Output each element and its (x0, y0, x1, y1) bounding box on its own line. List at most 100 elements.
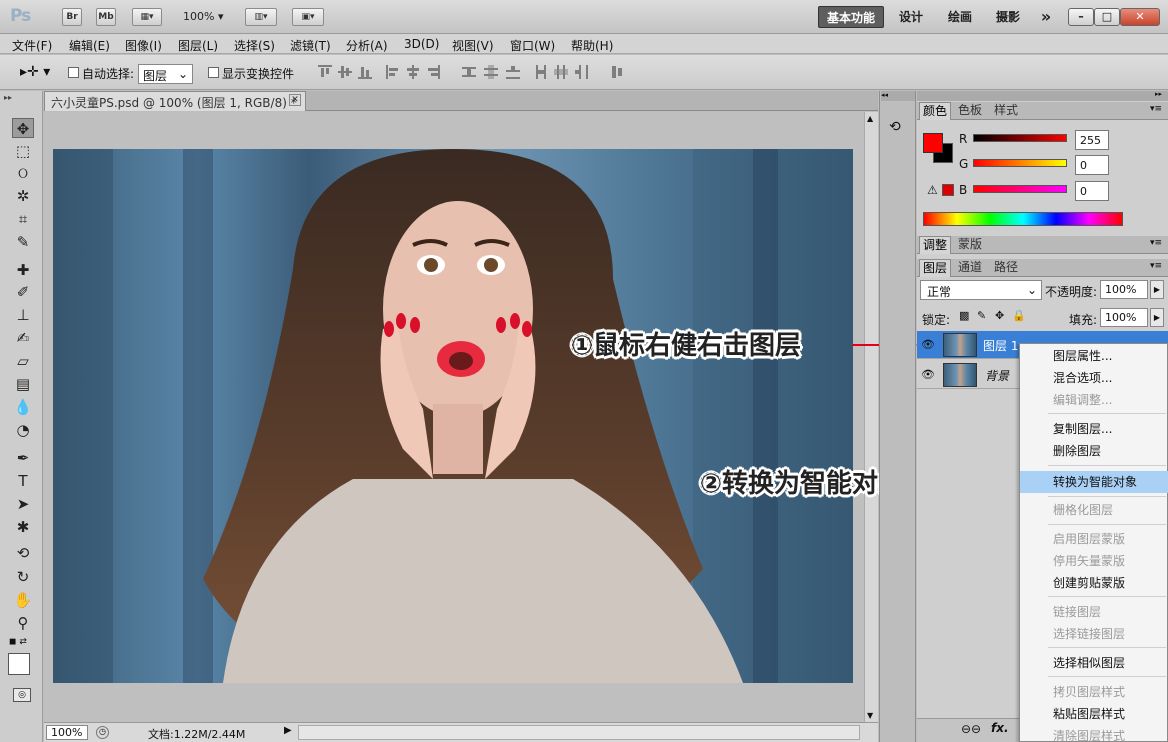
image-canvas[interactable] (53, 149, 853, 683)
move-tool-preset-icon[interactable]: ▸✛ ▾ (20, 64, 50, 80)
panel-menu-icon[interactable]: ▾≡ (1150, 238, 1162, 248)
brush-tool-icon[interactable]: ✐ (12, 282, 34, 302)
lock-position-icon[interactable]: ✥ (995, 309, 1004, 322)
lock-transparent-icon[interactable]: ▩ (959, 309, 969, 322)
workspace-painting[interactable]: 绘画 (942, 6, 978, 28)
marquee-tool-icon[interactable]: ⬚ (12, 141, 34, 161)
menu-analysis[interactable]: 分析(A) (346, 37, 388, 54)
arrange-documents-icon[interactable]: ▥▾ (245, 8, 277, 26)
workspace-design[interactable]: 设计 (893, 6, 929, 28)
tab-color[interactable]: 颜色 (919, 102, 952, 120)
green-slider-track[interactable] (973, 159, 1067, 167)
menu-file[interactable]: 文件(F) (12, 37, 52, 54)
tab-channels[interactable]: 通道 (955, 259, 985, 277)
launch-bridge-button[interactable]: Br (62, 8, 82, 26)
close-document-icon[interactable]: ✕ (289, 94, 301, 106)
lock-all-icon[interactable]: 🔒 (1012, 309, 1026, 322)
shape-tool-icon[interactable]: ✱ (12, 517, 34, 537)
lasso-tool-icon[interactable]: ଠ (12, 163, 34, 183)
zoom-level-dropdown[interactable]: 100% ▾ (183, 10, 223, 23)
slider-green[interactable]: G 0 (957, 155, 1157, 177)
auto-align-layers-icon[interactable] (610, 65, 624, 79)
vertical-scrollbar[interactable]: ▲ ▼ (864, 112, 878, 722)
green-value-field[interactable]: 0 (1075, 155, 1109, 175)
status-info-icon[interactable]: ◷ (96, 726, 109, 739)
workspace-essentials[interactable]: 基本功能 (818, 6, 884, 28)
restore-button[interactable]: □ (1094, 8, 1120, 26)
panel-menu-icon[interactable]: ▾≡ (1150, 261, 1162, 271)
distribute-vcenter-icon[interactable] (484, 65, 498, 79)
tab-masks[interactable]: 蒙版 (955, 236, 985, 254)
visibility-eye-icon[interactable]: 👁 (921, 368, 935, 381)
gamut-warning-icon[interactable]: ⚠ (927, 183, 938, 197)
slider-red[interactable]: R 255 (957, 130, 1157, 152)
foreground-color-chip[interactable] (923, 133, 943, 153)
foreground-color-swatch[interactable] (8, 653, 30, 675)
distribute-bottom-icon[interactable] (506, 65, 520, 79)
menu-filter[interactable]: 滤镜(T) (290, 37, 331, 54)
layer-style-fx-icon[interactable]: fx. (991, 721, 1009, 735)
tab-layers[interactable]: 图层 (919, 259, 952, 277)
color-spectrum-ramp[interactable] (923, 212, 1123, 226)
blue-slider-track[interactable] (973, 185, 1067, 193)
quick-mask-icon[interactable]: ◎ (13, 688, 31, 702)
type-tool-icon[interactable]: T (12, 471, 34, 491)
eyedropper-tool-icon[interactable]: ✎ (12, 232, 34, 252)
distribute-hcenter-icon[interactable] (554, 65, 568, 79)
status-zoom-field[interactable]: 100% (46, 725, 88, 740)
hand-tool-icon[interactable]: ✋ (12, 590, 34, 610)
blue-value-field[interactable]: 0 (1075, 181, 1109, 201)
collapse-dock-icon[interactable]: ▸▸ (1155, 90, 1162, 98)
menu-window[interactable]: 窗口(W) (510, 37, 555, 54)
tab-paths[interactable]: 路径 (991, 259, 1021, 277)
menu-item-select-similar-layers[interactable]: 选择相似图层 (1020, 652, 1168, 674)
menu-help[interactable]: 帮助(H) (571, 37, 613, 54)
screen-mode-icon[interactable]: ▣▾ (292, 8, 324, 26)
eraser-tool-icon[interactable]: ▱ (12, 351, 34, 371)
link-layers-icon[interactable]: ⊖⊖ (961, 722, 981, 736)
align-hcenter-icon[interactable] (406, 65, 420, 79)
scroll-up-icon[interactable]: ▲ (867, 114, 873, 123)
align-left-icon[interactable] (386, 65, 400, 79)
align-right-icon[interactable] (426, 65, 440, 79)
move-tool-icon[interactable]: ✥ (12, 118, 34, 138)
workspace-photography[interactable]: 摄影 (990, 6, 1026, 28)
pen-tool-icon[interactable]: ✒ (12, 448, 34, 468)
distribute-left-icon[interactable] (534, 65, 548, 79)
panel-menu-icon[interactable]: ▾≡ (1150, 104, 1162, 114)
align-bottom-icon[interactable] (358, 65, 372, 79)
collapse-toolbox-icon[interactable]: ▸▸ (4, 93, 12, 102)
minimize-button[interactable]: – (1068, 8, 1094, 26)
opacity-slider-arrow-icon[interactable]: ▶ (1150, 280, 1164, 299)
collapse-strip-icon[interactable]: ◂◂ (881, 91, 915, 101)
menu-item-blending-options[interactable]: 混合选项... (1020, 367, 1168, 389)
auto-select-checkbox[interactable] (68, 67, 79, 78)
visibility-eye-icon[interactable]: 👁 (921, 338, 935, 351)
blend-mode-dropdown[interactable]: 正常 ⌄ (920, 280, 1042, 300)
align-top-icon[interactable] (318, 65, 332, 79)
distribute-top-icon[interactable] (462, 65, 476, 79)
status-menu-arrow-icon[interactable]: ▶ (284, 725, 292, 736)
close-button[interactable]: ✕ (1120, 8, 1160, 26)
align-vcenter-icon[interactable] (338, 65, 352, 79)
more-workspaces-icon[interactable]: » (1035, 6, 1057, 28)
history-panel-icon[interactable]: ⟲ (889, 119, 907, 137)
fill-field[interactable]: 100% (1100, 308, 1148, 327)
menu-select[interactable]: 选择(S) (234, 37, 275, 54)
blur-tool-icon[interactable]: 💧 (12, 397, 34, 417)
clone-stamp-tool-icon[interactable]: ⊥ (12, 305, 34, 325)
menu-edit[interactable]: 编辑(E) (69, 37, 110, 54)
tab-swatches[interactable]: 色板 (955, 102, 985, 120)
healing-brush-tool-icon[interactable]: ✚ (12, 260, 34, 280)
scroll-down-icon[interactable]: ▼ (867, 711, 873, 720)
menu-view[interactable]: 视图(V) (452, 37, 494, 54)
menu-image[interactable]: 图像(I) (125, 37, 162, 54)
gradient-tool-icon[interactable]: ▤ (12, 374, 34, 394)
red-slider-track[interactable] (973, 134, 1067, 142)
fill-slider-arrow-icon[interactable]: ▶ (1150, 308, 1164, 327)
menu-item-convert-to-smart-object[interactable]: 转换为智能对象 (1020, 471, 1168, 493)
path-selection-tool-icon[interactable]: ➤ (12, 494, 34, 514)
menu-item-layer-properties[interactable]: 图层属性... (1020, 345, 1168, 367)
document-tab[interactable]: 六小灵童PS.psd @ 100% (图层 1, RGB/8) * ✕ (44, 91, 306, 111)
swap-colors-icon[interactable]: ◼ ⇄ (9, 637, 27, 647)
